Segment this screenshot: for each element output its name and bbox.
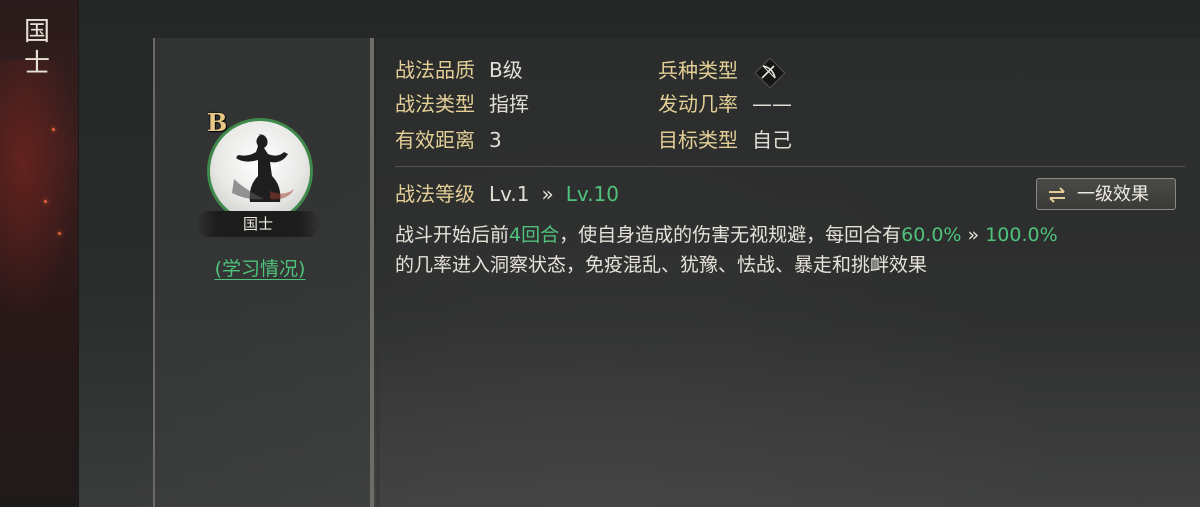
level-arrow-icon: » — [541, 182, 554, 206]
attr-quality: 战法品质 B级 — [395, 57, 523, 83]
attr-trigger-value: —— — [752, 92, 792, 116]
ember-particle — [58, 232, 61, 235]
ember-particle — [44, 200, 47, 203]
tactic-description: 战斗开始后前4回合，使自身造成的伤害无视规避，每回合有60.0% » 100.0… — [395, 220, 1185, 280]
strip-title: 国士 — [23, 17, 50, 79]
attr-target-value: 自己 — [752, 128, 792, 152]
effect-button-label: 一级效果 — [1077, 184, 1149, 205]
attr-arms: 兵种类型 — [658, 57, 786, 89]
desc-arrow: » — [961, 224, 986, 246]
desc-highlight-rate-max: 100.0% — [985, 224, 1058, 246]
attr-type-label: 战法类型 — [395, 92, 475, 116]
attr-range-value: 3 — [489, 128, 502, 152]
attr-type-value: 指挥 — [489, 92, 529, 116]
level-current: Lv.1 — [489, 182, 530, 206]
desc-text: ，使自身造成的伤害无视规避，每回合有 — [559, 224, 902, 246]
attr-quality-label: 战法品质 — [395, 58, 475, 82]
learn-status-link[interactable]: (学习情况) — [205, 254, 315, 281]
tactic-grade-badge: B — [207, 108, 228, 137]
attr-range: 有效距离 3 — [395, 127, 502, 153]
attr-target: 目标类型 自己 — [658, 127, 792, 153]
level-max: Lv.10 — [565, 182, 619, 206]
desc-text: 战斗开始后前 — [395, 224, 510, 246]
tactic-level-row: 战法等级 Lv.1 » Lv.10 — [395, 180, 619, 208]
desc-highlight-rounds: 4回合 — [509, 224, 560, 246]
level-effect-toggle-button[interactable]: 一级效果 — [1036, 178, 1176, 210]
desc-text: 的几率进入洞察状态，免疫混乱、犹豫、怯战、暴走和挑衅效果 — [395, 254, 928, 276]
level-label: 战法等级 — [395, 182, 475, 206]
bow-icon[interactable] — [754, 57, 786, 89]
attr-arms-label: 兵种类型 — [658, 58, 738, 83]
attr-range-label: 有效距离 — [395, 128, 475, 152]
attr-type: 战法类型 指挥 — [395, 91, 529, 117]
attr-trigger-label: 发动几率 — [658, 92, 738, 116]
panel-divider — [370, 38, 374, 507]
tactic-portrait[interactable]: B — [205, 108, 315, 224]
attr-trigger: 发动几率 —— — [658, 91, 792, 117]
attr-target-label: 目标类型 — [658, 128, 738, 152]
desc-highlight-rate-min: 60.0% — [901, 224, 962, 246]
swap-arrows-icon — [1049, 187, 1065, 203]
section-divider — [395, 166, 1185, 167]
attr-quality-value: B级 — [489, 58, 523, 82]
ember-particle — [52, 128, 55, 131]
left-sidebar-strip: 国士 — [0, 0, 79, 507]
tactic-name-plate: 国士 — [194, 211, 322, 237]
